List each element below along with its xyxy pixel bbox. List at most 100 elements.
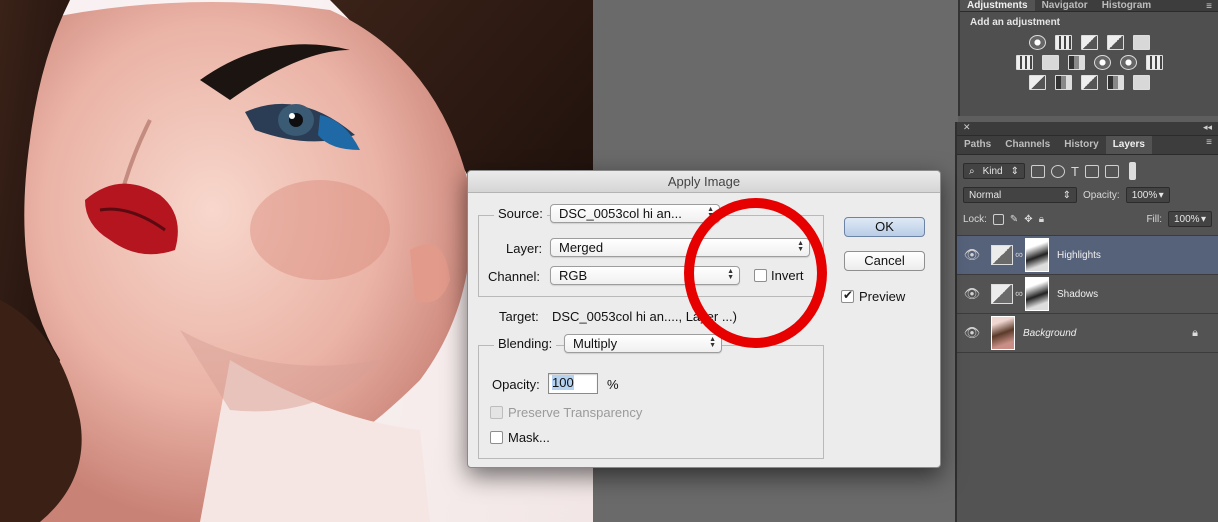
preview-label[interactable]: Preview	[859, 289, 905, 304]
curves-adjustment-icon	[991, 245, 1013, 265]
fill-label: Fill:	[1146, 213, 1162, 225]
opacity-unit: %	[607, 377, 619, 392]
layer-fill-field[interactable]: 100% ▾	[1168, 211, 1212, 227]
chevron-down-icon: ▾	[1200, 213, 1206, 225]
layer-list: 👁︎ ∞ Highlights 👁︎ ∞ Shadows 👁︎ Backgrou…	[957, 235, 1218, 353]
collapse-icon[interactable]: ◂◂	[1203, 122, 1212, 135]
tab-paths[interactable]: Paths	[957, 136, 998, 154]
color-balance-icon[interactable]	[1041, 55, 1059, 70]
panel-menu-icon[interactable]: ≡	[1200, 0, 1218, 12]
adjustments-panel-tabs: Adjustments Navigator Histogram ≡	[960, 0, 1218, 12]
adjustment-icons-row-2	[960, 55, 1218, 70]
preserve-transparency-checkbox[interactable]	[490, 406, 503, 419]
visibility-eye-icon[interactable]: 👁︎	[957, 247, 987, 263]
layer-fill-value: 100%	[1174, 213, 1200, 225]
filter-adjustment-icon[interactable]	[1051, 164, 1065, 178]
tab-history[interactable]: History	[1057, 136, 1105, 154]
visibility-eye-icon[interactable]: 👁︎	[957, 286, 987, 302]
mask-link-icon[interactable]: ∞	[1013, 249, 1025, 261]
lock-all-icon[interactable]: 🔒︎	[1039, 214, 1044, 225]
photo-filter-icon[interactable]	[1093, 55, 1111, 70]
layer-opacity-value: 100%	[1131, 189, 1158, 201]
filter-kind-value: Kind	[982, 165, 1003, 177]
layer-name[interactable]: Shadows	[1057, 289, 1098, 300]
layer-thumbnail[interactable]	[991, 316, 1015, 350]
threshold-icon[interactable]	[1080, 75, 1098, 90]
preserve-transparency-label: Preserve Transparency	[508, 405, 643, 420]
select-arrows-icon: ▲ ▼	[709, 336, 716, 349]
blending-select[interactable]: Multiply ▲ ▼	[564, 334, 722, 353]
filter-shape-icon[interactable]	[1084, 164, 1099, 178]
source-select[interactable]: DSC_0053col hi an... ▲ ▼	[550, 204, 720, 223]
layer-opacity-field[interactable]: 100% ▾	[1125, 187, 1170, 203]
layer-mask-thumbnail[interactable]	[1025, 238, 1049, 272]
opacity-input[interactable]: 100	[548, 373, 598, 394]
tab-histogram[interactable]: Histogram	[1095, 0, 1158, 11]
layer-filter-row: ⌕ Kind ⇕ T	[957, 159, 1218, 183]
curves-icon[interactable]	[1080, 35, 1098, 50]
layer-name[interactable]: Background	[1023, 328, 1076, 339]
lock-paint-icon[interactable]: ✎	[1010, 214, 1018, 225]
filter-type-icon[interactable]: T	[1071, 164, 1079, 179]
hue-saturation-icon[interactable]	[1015, 55, 1033, 70]
opacity-label: Opacity:	[1083, 189, 1120, 201]
lock-icon[interactable]: 🔒︎	[1192, 327, 1198, 340]
tab-layers[interactable]: Layers	[1105, 136, 1152, 154]
vibrance-icon[interactable]	[1132, 35, 1150, 50]
exposure-icon[interactable]	[1106, 35, 1124, 50]
target-label: Target:	[499, 309, 539, 324]
panel-collapse-bar[interactable]: ✕ ◂◂	[957, 122, 1218, 136]
layer-label: Layer:	[506, 241, 543, 256]
dialog-title[interactable]: Apply Image	[468, 171, 940, 193]
filter-kind-select[interactable]: ⌕ Kind ⇕	[963, 163, 1025, 179]
search-icon: ⌕	[969, 165, 975, 177]
tab-adjustments[interactable]: Adjustments	[960, 0, 1035, 11]
blend-mode-value: Normal	[969, 189, 1002, 201]
layer-mask-thumbnail[interactable]	[1025, 277, 1049, 311]
selective-color-icon[interactable]	[1132, 75, 1150, 90]
preview-checkbox[interactable]	[841, 288, 854, 303]
channel-label: Channel:	[488, 269, 541, 284]
annotation-circle	[684, 198, 827, 348]
opacity-label: Opacity:	[492, 377, 540, 392]
channel-mixer-icon[interactable]	[1119, 55, 1137, 70]
opacity-input-value: 100	[552, 375, 574, 390]
invert-icon[interactable]	[1028, 75, 1046, 90]
blend-mode-select[interactable]: Normal ⇕	[963, 187, 1077, 203]
adjustment-icons-row-1	[960, 35, 1218, 50]
mask-label[interactable]: Mask...	[508, 430, 550, 445]
blending-label: Blending:	[494, 336, 557, 351]
lock-fill-row: Lock: ✎ ✥ 🔒︎ Fill: 100% ▾	[957, 207, 1218, 231]
layer-row-background[interactable]: 👁︎ Background 🔒︎	[957, 314, 1218, 353]
brightness-contrast-icon[interactable]	[1028, 35, 1046, 50]
panel-menu-icon[interactable]: ≡	[1200, 136, 1218, 154]
adjustment-icons-row-3	[960, 75, 1218, 90]
tab-channels[interactable]: Channels	[998, 136, 1057, 154]
ok-button[interactable]: OK	[844, 217, 925, 237]
layer-row-shadows[interactable]: 👁︎ ∞ Shadows	[957, 275, 1218, 314]
posterize-icon[interactable]	[1054, 75, 1072, 90]
lock-transparent-icon[interactable]	[992, 213, 1004, 225]
layer-row-highlights[interactable]: 👁︎ ∞ Highlights	[957, 236, 1218, 275]
cancel-button[interactable]: Cancel	[844, 251, 925, 271]
visibility-eye-icon[interactable]: 👁︎	[957, 325, 987, 341]
channel-value: RGB	[559, 268, 588, 283]
layers-panel: ✕ ◂◂ Paths Channels History Layers ≡ ⌕ K…	[955, 122, 1218, 522]
mask-checkbox[interactable]	[490, 431, 503, 444]
lock-position-icon[interactable]: ✥	[1024, 214, 1032, 225]
filter-smart-object-icon[interactable]	[1104, 164, 1119, 178]
levels-icon[interactable]	[1054, 35, 1072, 50]
close-icon[interactable]: ✕	[963, 122, 971, 135]
adjustments-heading: Add an adjustment	[970, 17, 1061, 28]
layer-name[interactable]: Highlights	[1057, 250, 1101, 261]
tab-navigator[interactable]: Navigator	[1035, 0, 1095, 11]
mask-link-icon[interactable]: ∞	[1013, 288, 1025, 300]
filter-pixel-icon[interactable]	[1031, 164, 1045, 178]
black-white-icon[interactable]	[1067, 55, 1085, 70]
filter-toggle-switch[interactable]	[1128, 162, 1136, 180]
source-label: Source:	[494, 206, 547, 221]
gradient-map-icon[interactable]	[1106, 75, 1124, 90]
color-lookup-icon[interactable]	[1145, 55, 1163, 70]
select-arrows-icon: ⇕	[1010, 165, 1019, 177]
layer-value: Merged	[559, 240, 604, 255]
